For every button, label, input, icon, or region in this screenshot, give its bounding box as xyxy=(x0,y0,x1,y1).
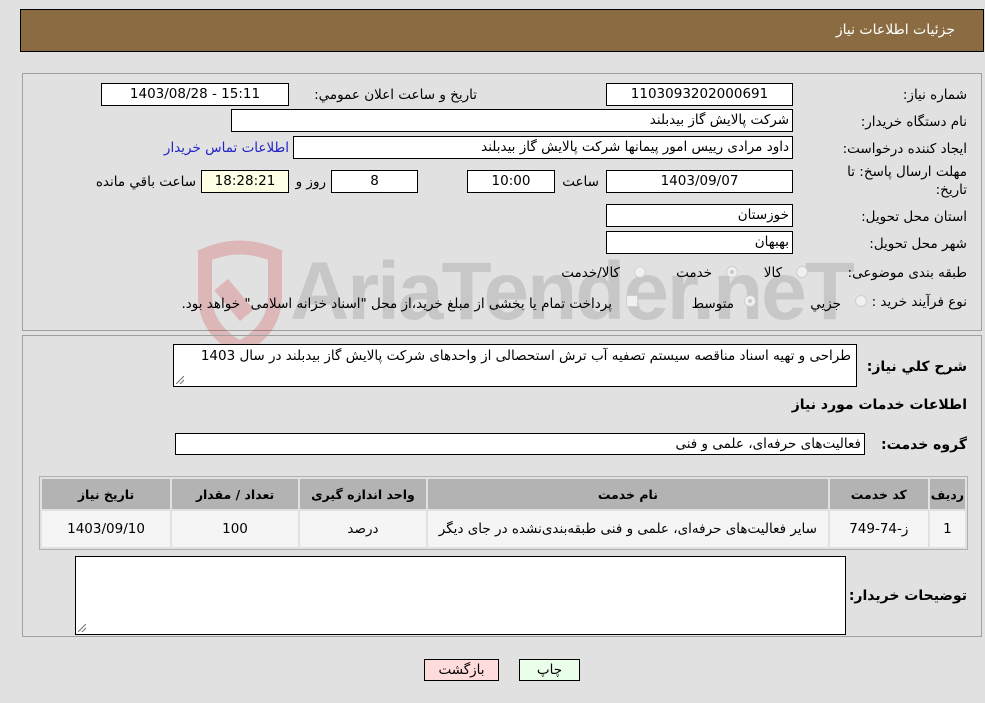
time-remaining-label: ساعت باقي مانده xyxy=(95,174,196,190)
deadline-label: مهلت ارسال پاسخ: تا تاریخ: xyxy=(847,164,967,198)
requester-label: ایجاد کننده درخواست: xyxy=(842,141,967,157)
service-group-field: فعالیت‌های حرفه‌ای، علمی و فنی xyxy=(175,433,865,455)
resize-grip-icon[interactable] xyxy=(176,376,184,384)
col-header-need-date: تاریخ نیاز xyxy=(42,479,171,509)
process-radio-medium[interactable] xyxy=(744,295,756,307)
process-radio-minor[interactable] xyxy=(855,295,867,307)
category-option-goods: کالا xyxy=(763,265,782,281)
treasury-note: پرداخت تمام یا بخشی از مبلغ خرید،از محل … xyxy=(181,296,612,312)
col-header-quantity: تعداد / مقدار xyxy=(172,479,298,509)
days-remaining-field: 8 xyxy=(331,170,418,193)
days-label: روز و xyxy=(295,174,326,190)
announce-datetime-label: تاریخ و ساعت اعلان عمومي: xyxy=(314,87,477,103)
col-header-service-code: کد خدمت xyxy=(829,479,928,509)
category-label: طبقه بندی موضوعی: xyxy=(847,265,967,281)
cell-quantity: 100 xyxy=(172,511,298,547)
category-radio-service[interactable] xyxy=(726,266,738,278)
requester-field: داود مرادی رییس امور پیمانها شرکت پالایش… xyxy=(293,136,793,159)
description-text: طراحی و تهیه اسناد مناقصه سیستم تصفیه آب… xyxy=(200,348,851,364)
announce-datetime-field: 1403/08/28 - 15:11 xyxy=(101,83,289,106)
service-group-label: گروه خدمت: xyxy=(881,437,967,453)
table-row: 1 ز-74-749 سایر فعالیت‌های حرفه‌ای، علمی… xyxy=(42,511,965,547)
col-header-unit: واحد اندازه گیری xyxy=(299,479,426,509)
back-button[interactable]: بازگشت xyxy=(424,659,499,681)
need-number-label: شماره نیاز: xyxy=(902,87,967,103)
description-textarea[interactable]: طراحی و تهیه اسناد مناقصه سیستم تصفیه آب… xyxy=(173,344,857,387)
time-remaining-field: 18:28:21 xyxy=(201,170,289,193)
col-header-service-name: نام خدمت xyxy=(427,479,828,509)
services-section-title: اطلاعات خدمات مورد نیاز xyxy=(791,397,967,413)
city-label: شهر محل تحویل: xyxy=(869,236,967,252)
cell-service-name: سایر فعالیت‌های حرفه‌ای، علمی و فنی طبقه… xyxy=(427,511,828,547)
resize-grip-icon[interactable] xyxy=(78,624,86,632)
category-option-goods-service: کالا/خدمت xyxy=(561,265,620,281)
deadline-time-label: ساعت xyxy=(562,174,599,190)
category-option-service: خدمت xyxy=(676,265,712,281)
print-button[interactable]: چاپ xyxy=(519,659,580,681)
deadline-date-field: 1403/09/07 xyxy=(606,170,793,193)
table-header-row: ردیف کد خدمت نام خدمت واحد اندازه گیری ت… xyxy=(42,479,965,509)
buyer-org-field: شرکت پالایش گاز بیدبلند xyxy=(231,109,793,132)
purchase-process-label: نوع فرآیند خرید : xyxy=(871,294,967,310)
province-field: خوزستان xyxy=(606,204,793,227)
col-header-row-num: ردیف xyxy=(929,479,965,509)
description-label: شرح کلي نیاز: xyxy=(866,359,967,375)
treasury-checkbox[interactable] xyxy=(626,295,638,307)
buyer-org-label: نام دستگاه خریدار: xyxy=(860,114,967,130)
buyer-notes-textarea[interactable] xyxy=(75,556,846,635)
process-option-medium: متوسط xyxy=(691,296,734,312)
cell-unit: درصد xyxy=(299,511,426,547)
page-title: جزئیات اطلاعات نیاز xyxy=(835,22,955,38)
buyer-notes-label: توضیحات خریدار: xyxy=(848,588,967,604)
buyer-contact-link[interactable]: اطلاعات تماس خریدار xyxy=(164,140,289,156)
process-option-minor: جزیي xyxy=(810,296,841,312)
services-table: ردیف کد خدمت نام خدمت واحد اندازه گیری ت… xyxy=(39,476,968,550)
category-radio-goods[interactable] xyxy=(796,266,808,278)
cell-need-date: 1403/09/10 xyxy=(42,511,171,547)
cell-service-code: ز-74-749 xyxy=(829,511,928,547)
page-header: جزئیات اطلاعات نیاز xyxy=(20,9,984,52)
province-label: استان محل تحویل: xyxy=(861,209,967,225)
service-code-text: ز-74-749 xyxy=(849,521,909,537)
need-number-field: 1103093202000691 xyxy=(606,83,793,106)
city-field: بهبهان xyxy=(606,231,793,254)
deadline-time-field: 10:00 xyxy=(467,170,555,193)
cell-row-num: 1 xyxy=(929,511,965,547)
category-radio-goods-service[interactable] xyxy=(634,266,646,278)
